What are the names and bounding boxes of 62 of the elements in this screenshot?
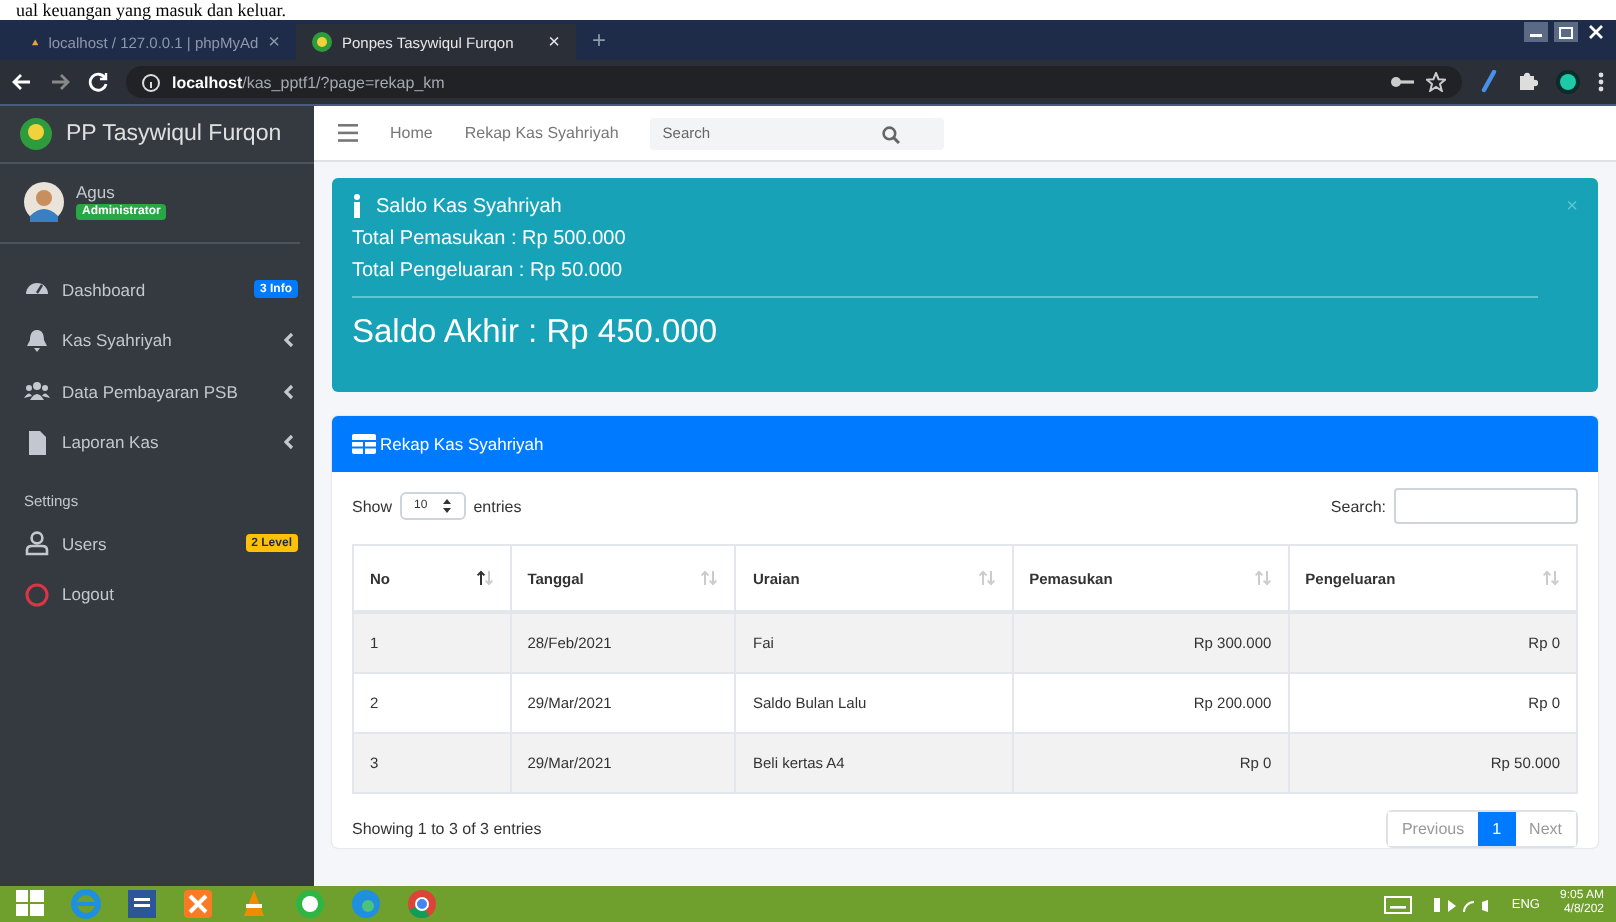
close-icon[interactable] xyxy=(1584,22,1608,42)
keyboard-icon[interactable] xyxy=(1383,895,1412,913)
avatar-icon xyxy=(24,182,64,222)
puzzle-icon[interactable] xyxy=(1518,72,1538,92)
user-icon xyxy=(24,530,50,557)
updown-icon xyxy=(441,498,452,514)
forward-arrow-icon[interactable] xyxy=(50,72,70,92)
new-tab-button[interactable]: + xyxy=(592,26,607,54)
page-button[interactable]: 1 xyxy=(1478,812,1516,846)
site-icon xyxy=(312,32,332,52)
circle-icon xyxy=(24,581,50,608)
reload-icon[interactable] xyxy=(88,72,108,92)
search-icon[interactable] xyxy=(882,125,901,143)
menu-icon[interactable] xyxy=(338,124,358,142)
sidebar-item[interactable]: Data Pembayaran PSB xyxy=(24,366,298,417)
table-search-field[interactable] xyxy=(1394,488,1578,524)
address-field[interactable]: localhost/kas_pptf1/?page=rekap_km xyxy=(126,66,1462,98)
user-name[interactable]: Agus xyxy=(76,182,115,202)
profile-icon[interactable] xyxy=(1556,70,1580,94)
back-arrow-icon[interactable] xyxy=(12,72,32,92)
more-icon[interactable] xyxy=(1598,72,1604,92)
browser-icon[interactable] xyxy=(404,886,440,922)
total-text: Total Pengeluaran : Rp 50.000 xyxy=(352,260,625,282)
search-label: Search: xyxy=(1330,497,1386,515)
length-label: Show xyxy=(352,497,393,515)
item-label: Users xyxy=(62,533,109,554)
item-label: Logout xyxy=(62,584,116,605)
info-icon xyxy=(352,194,362,218)
balance-text: Saldo Akhir : Rp 450.000 xyxy=(352,314,720,352)
item-label: Dashboard xyxy=(62,279,148,300)
table-info: Showing 1 to 3 of 3 entries xyxy=(352,820,542,838)
chat-icon[interactable] xyxy=(292,886,328,922)
table-icon xyxy=(352,434,376,454)
sidebar-item[interactable]: Kas Syahriyah xyxy=(24,315,298,366)
document-icon[interactable] xyxy=(124,886,160,922)
total-text: Total Pemasukan : Rp 500.000 xyxy=(352,228,628,250)
link-icon[interactable] xyxy=(1480,70,1500,94)
sidebar-item[interactable]: Laporan Kas xyxy=(24,417,298,468)
app-icon[interactable] xyxy=(180,886,216,922)
nav-link[interactable]: Home xyxy=(390,124,433,142)
tab-close-button[interactable]: × xyxy=(268,31,280,53)
item-label: Data Pembayaran PSB xyxy=(62,381,240,402)
logo-icon xyxy=(20,118,52,150)
restore-icon[interactable] xyxy=(1554,22,1578,42)
tray-icons-icon[interactable] xyxy=(1431,895,1492,913)
star-icon[interactable] xyxy=(1426,72,1446,92)
tab-close-button[interactable]: × xyxy=(548,31,560,53)
nav-link[interactable]: Rekap Kas Syahriyah xyxy=(464,124,619,142)
item-label: Laporan Kas xyxy=(62,432,161,453)
info-icon xyxy=(142,73,160,91)
alert-title: Saldo Kas Syahriyah xyxy=(376,195,562,217)
minimize-icon[interactable] xyxy=(1524,22,1548,42)
windows-icon[interactable] xyxy=(12,886,48,922)
card-title: Rekap Kas Syahriyah xyxy=(380,434,544,454)
document-icon xyxy=(24,429,50,456)
sidebar-item[interactable]: Logout xyxy=(24,569,298,620)
bell-icon xyxy=(24,327,50,354)
brand-name[interactable]: PP Tasywiqul Furqon xyxy=(66,122,282,146)
key-icon[interactable] xyxy=(1390,74,1414,90)
item-label: Kas Syahriyah xyxy=(62,330,174,351)
length-label: entries xyxy=(473,497,522,515)
people-icon xyxy=(24,378,50,405)
